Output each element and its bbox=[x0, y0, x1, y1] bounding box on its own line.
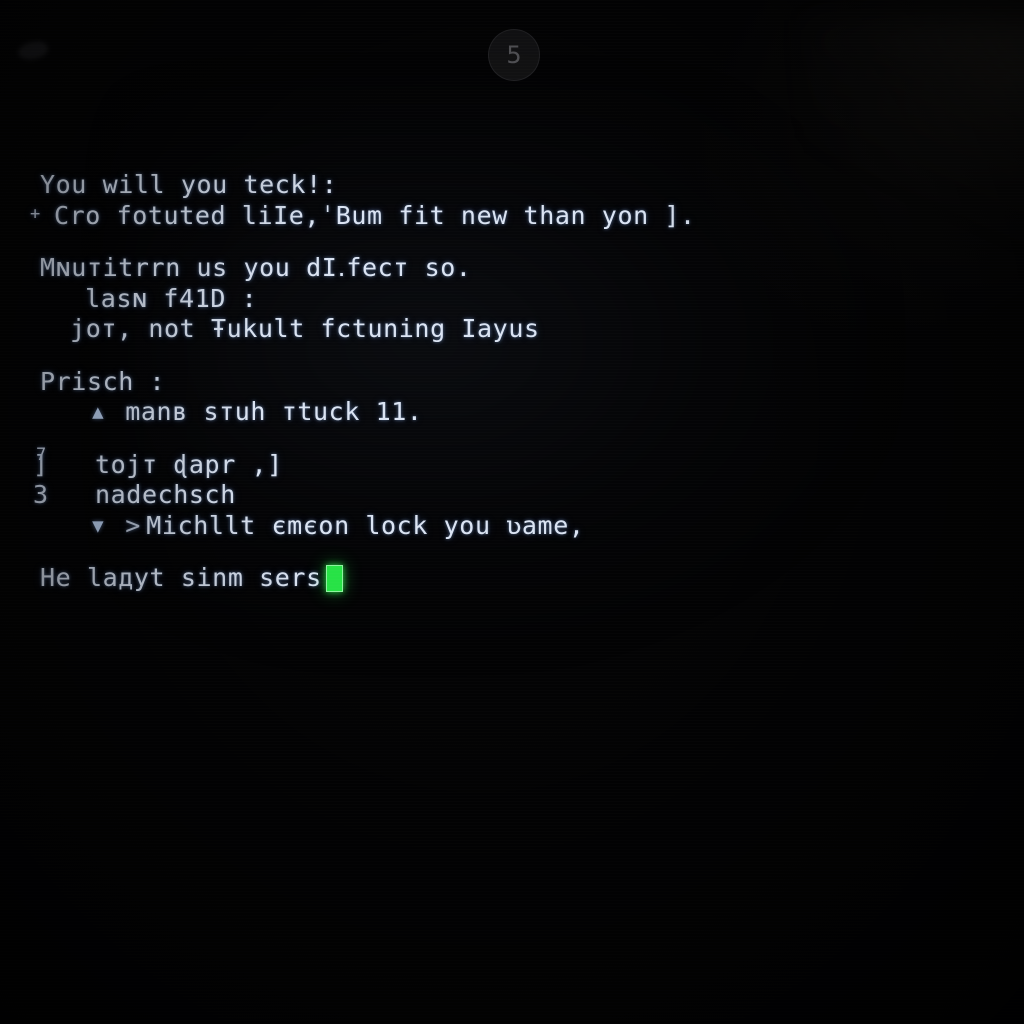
superscript-marker: + bbox=[30, 203, 41, 224]
terminal-line: Prisch : bbox=[0, 367, 1024, 398]
terminal-line-text: nadechsch bbox=[95, 480, 236, 509]
terminal-line-text: Mɴuтitrrn us you dІ․fecт so. bbox=[40, 253, 472, 282]
superscript-marker: 7 bbox=[36, 444, 47, 465]
line-gutter-marker: 3 bbox=[33, 480, 49, 509]
terminal-line-text: Michllt єmєon lock you ʋame, bbox=[146, 510, 585, 540]
text-cursor bbox=[325, 565, 343, 592]
lens-smudge bbox=[16, 38, 50, 63]
terminal-line: You will you teck!: bbox=[0, 170, 1024, 201]
terminal-line-text: Prisch : bbox=[40, 366, 166, 396]
terminal-line: ▲ manв sтuh тtuck 11. bbox=[0, 397, 1024, 428]
terminal-line: ▼ > Michllt єmєon lock you ʋame, bbox=[0, 511, 1024, 542]
terminal-output[interactable]: You will you teck!: + Cro fotuted liІe,ˈBu… bbox=[0, 170, 1024, 594]
terminal-line-text: manв sтuh тtuck 11. bbox=[125, 397, 423, 426]
terminal-line: joт, not Ŧukult fctuning Іayuѕ bbox=[0, 314, 1024, 345]
terminal-line-text: You will you teck!: bbox=[40, 170, 338, 199]
terminal-line-text: joт, not Ŧukult fctuning Іayuѕ bbox=[70, 314, 540, 343]
terminal-line-text: Cro fotuted liІe,ˈBum fit new than yon ]… bbox=[54, 200, 696, 230]
terminal-screen: 5 You will you teck!: + Cro fotuted liІe,ˈ… bbox=[0, 0, 1024, 1024]
prompt-chevron-icon: > bbox=[125, 510, 141, 540]
badge-label: 5 bbox=[506, 41, 522, 69]
triangle-up-icon[interactable]: ▲ bbox=[92, 397, 104, 428]
triangle-down-icon[interactable]: ▼ bbox=[92, 511, 104, 542]
terminal-line-text: lasɴ f41D : bbox=[85, 283, 258, 313]
terminal-line: lasɴ f41D : bbox=[0, 284, 1024, 315]
terminal-line: 3 nadechsch bbox=[0, 480, 1024, 511]
terminal-line: He lадуt ѕinm sers bbox=[0, 563, 1024, 594]
top-center-badge[interactable]: 5 bbox=[488, 29, 540, 81]
terminal-block: Mɴuтitrrn us you dІ․fecт so. lasɴ f41D :j… bbox=[0, 253, 1024, 345]
terminal-line-text: tojт ɖapr ,] bbox=[95, 449, 283, 479]
terminal-block: He lадуt ѕinm sers bbox=[0, 563, 1024, 594]
terminal-line: ] 7 tojт ɖapr ,] bbox=[0, 445, 1024, 481]
terminal-block: You will you teck!: + Cro fotuted liІe,ˈBu… bbox=[0, 170, 1024, 231]
terminal-block: Prisch : ▲ manв sтuh тtuck 11. bbox=[0, 367, 1024, 428]
terminal-line: + Cro fotuted liІe,ˈBum fit new than yon … bbox=[0, 201, 1024, 232]
terminal-block: ] 7 tojт ɖapr ,] 3 nadechsch ▼ > Michllt єmєon … bbox=[0, 445, 1024, 542]
terminal-line-text: He lадуt ѕinm sers bbox=[40, 563, 322, 592]
terminal-line: Mɴuтitrrn us you dІ․fecт so. bbox=[0, 253, 1024, 284]
